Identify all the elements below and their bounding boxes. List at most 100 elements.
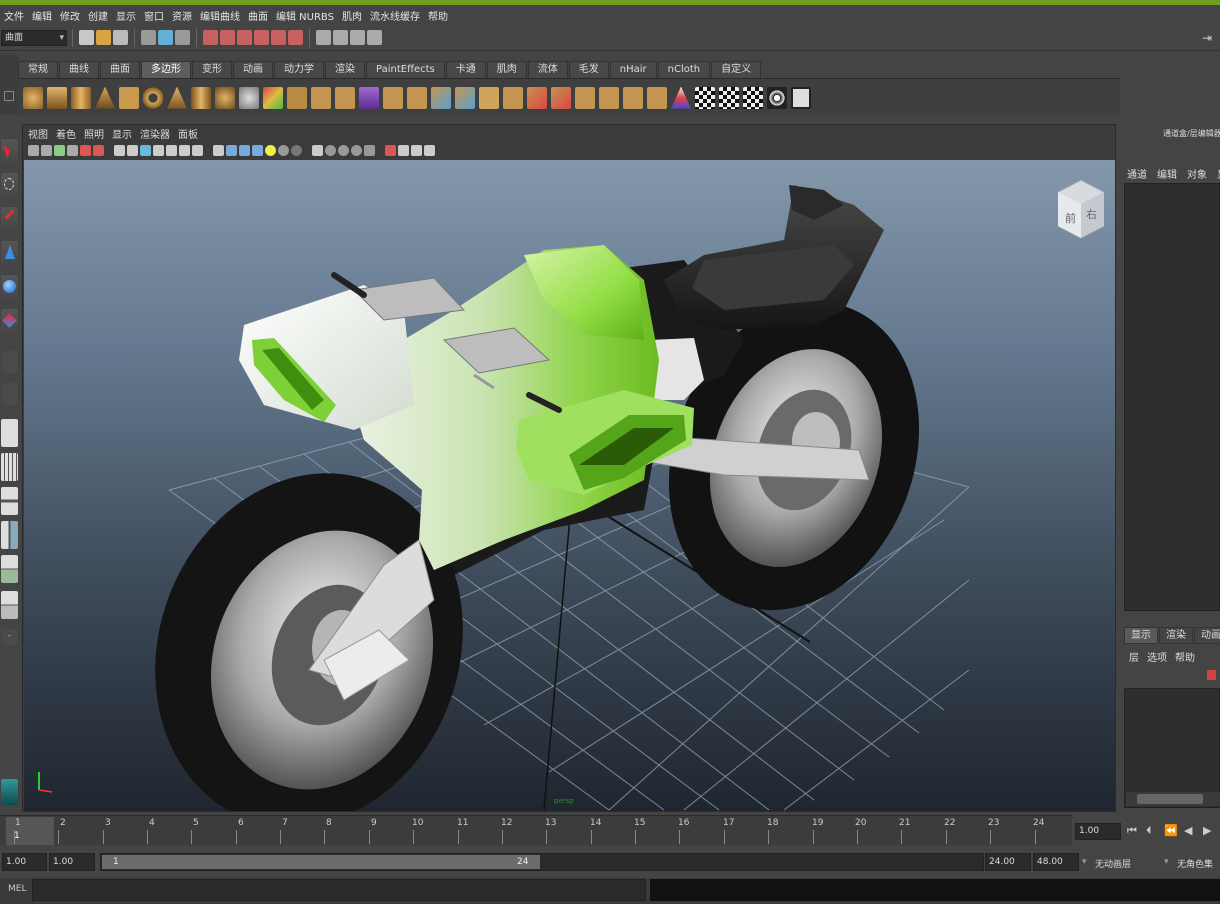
shelf-tab-fluids[interactable]: 流体 — [527, 61, 568, 78]
perspective-viewport[interactable]: 前 右 persp — [24, 160, 1115, 811]
menu-surfaces[interactable]: 曲面 — [248, 8, 268, 23]
menu-set-selector[interactable]: 曲面 — [1, 29, 67, 46]
play-backwards-icon[interactable]: ◀ — [1184, 824, 1192, 837]
select-tool-icon[interactable] — [1, 139, 18, 165]
layout-single-pane-icon[interactable] — [1, 419, 18, 447]
layer-scroll-thumb[interactable] — [1137, 794, 1203, 804]
shelf-tab-fur[interactable]: 毛发 — [568, 61, 609, 78]
layer-menu-help[interactable]: 帮助 — [1175, 649, 1195, 664]
layer-menu-layers[interactable]: 层 — [1129, 649, 1139, 664]
new-layer-icon[interactable] — [1207, 670, 1216, 680]
poly-torus-icon[interactable] — [143, 86, 163, 109]
gate-mask-icon[interactable] — [153, 145, 164, 156]
poly-pipe-icon[interactable] — [191, 86, 211, 109]
smooth-icon[interactable] — [335, 86, 355, 109]
uv-spherical-icon[interactable] — [743, 86, 763, 109]
select-hierarchy-icon[interactable] — [141, 30, 156, 45]
fill-hole-icon[interactable] — [431, 86, 451, 109]
sidebar-toggle-icon[interactable]: ⇥ — [1202, 31, 1216, 45]
poly-prism-icon[interactable] — [167, 86, 187, 109]
shelf-tab-painteffects[interactable]: PaintEffects — [366, 61, 445, 78]
move-tool-icon[interactable] — [1, 241, 18, 267]
current-time-field[interactable]: 1.00 — [1075, 823, 1121, 840]
combine-icon[interactable] — [263, 86, 283, 109]
ipr-render-icon[interactable] — [367, 30, 382, 45]
snap-magnet-icon[interactable] — [288, 30, 303, 45]
backface-culling-icon[interactable] — [364, 145, 375, 156]
shelf-tab-dynamics[interactable]: 动力学 — [274, 61, 324, 78]
vp-menu-panels[interactable]: 面板 — [178, 126, 198, 141]
toolbox-more-icon[interactable]: - — [1, 629, 18, 645]
split-polygon-icon[interactable] — [575, 86, 595, 109]
menu-help[interactable]: 帮助 — [428, 8, 448, 23]
safe-action-icon[interactable] — [179, 145, 190, 156]
grid-toggle-icon[interactable] — [114, 145, 125, 156]
channel-box-list[interactable] — [1124, 183, 1220, 611]
cb-menu-channels[interactable]: 通道 — [1127, 166, 1147, 181]
scale-tool-icon[interactable] — [1, 309, 18, 335]
snap-plane-icon[interactable] — [254, 30, 269, 45]
select-component-icon[interactable] — [175, 30, 190, 45]
menu-edit-curves[interactable]: 编辑曲线 — [200, 8, 240, 23]
shadows-icon[interactable] — [278, 145, 289, 156]
layer-tab-render[interactable]: 渲染 — [1159, 627, 1193, 644]
new-scene-icon[interactable] — [79, 30, 94, 45]
duplicate-face-icon[interactable] — [551, 86, 571, 109]
anim-layer-dropdown[interactable]: 无动画层 — [1095, 857, 1131, 870]
film-gate-icon[interactable] — [127, 145, 138, 156]
vp-menu-show[interactable]: 显示 — [112, 126, 132, 141]
snap-surface-icon[interactable] — [271, 30, 286, 45]
field-chart-icon[interactable] — [166, 145, 177, 156]
vp-menu-view[interactable]: 视图 — [28, 126, 48, 141]
separate-icon[interactable] — [287, 86, 307, 109]
isolate-select-icon[interactable] — [312, 145, 323, 156]
xray-icon[interactable] — [325, 145, 336, 156]
image-plane-icon[interactable] — [67, 145, 78, 156]
shelf-tab-curves[interactable]: 曲线 — [59, 61, 99, 78]
paint-select-tool-icon[interactable] — [1, 207, 18, 233]
shelf-menu-icon[interactable] — [4, 91, 14, 101]
camera-attributes-icon[interactable] — [41, 145, 52, 156]
snap-point-icon[interactable] — [237, 30, 252, 45]
insert-edge-loop-icon[interactable] — [599, 86, 619, 109]
menu-edit-nurbs[interactable]: 编辑 NURBS — [276, 8, 334, 23]
poly-cylinder-icon[interactable] — [71, 86, 91, 109]
sculpt-icon[interactable] — [671, 86, 691, 109]
offset-edge-loop-icon[interactable] — [623, 86, 643, 109]
history-icon[interactable] — [316, 30, 331, 45]
vp-menu-renderer[interactable]: 渲染器 — [140, 126, 170, 141]
snap-grid-icon[interactable] — [203, 30, 218, 45]
menu-pipeline-cache[interactable]: 流水线缓存 — [370, 8, 420, 23]
rotate-tool-icon[interactable] — [1, 275, 18, 301]
layout-persp-graph-icon[interactable] — [1, 521, 18, 549]
poly-cube-icon[interactable] — [47, 86, 67, 109]
shelf-tab-nhair[interactable]: nHair — [609, 61, 657, 78]
select-camera-icon[interactable] — [28, 145, 39, 156]
wedge-icon[interactable] — [527, 86, 547, 109]
layout-persp-trax-icon[interactable] — [1, 591, 18, 619]
ambient-occlusion-icon[interactable] — [291, 145, 302, 156]
construction-history-icon[interactable] — [333, 30, 348, 45]
shelf-tab-ncloth[interactable]: nCloth — [657, 61, 711, 78]
layer-menu-options[interactable]: 选项 — [1147, 649, 1167, 664]
cb-menu-edit[interactable]: 编辑 — [1157, 166, 1177, 181]
step-back-key-icon[interactable]: ⏪ — [1164, 824, 1178, 837]
save-scene-icon[interactable] — [113, 30, 128, 45]
viewport-renderer-icon[interactable] — [398, 145, 409, 156]
character-icon[interactable] — [1, 779, 18, 805]
poly-sphere-icon[interactable] — [23, 86, 43, 109]
wireframe-on-shaded-icon[interactable] — [239, 145, 250, 156]
layout-hypershade-icon[interactable] — [1, 555, 18, 583]
camera-sequencer-icon[interactable] — [411, 145, 422, 156]
shelf-tab-general[interactable]: 常规 — [18, 61, 58, 78]
resolution-gate-icon[interactable] — [140, 145, 151, 156]
view-transform-icon[interactable] — [424, 145, 435, 156]
start-time-field[interactable]: 1.00 — [2, 853, 47, 871]
layout-four-pane-icon[interactable] — [1, 453, 18, 481]
vp-menu-lighting[interactable]: 照明 — [84, 126, 104, 141]
layer-tab-display[interactable]: 显示 — [1124, 627, 1158, 644]
vp-menu-shading[interactable]: 着色 — [56, 126, 76, 141]
bridge-icon[interactable] — [407, 86, 427, 109]
last-tool-slot[interactable] — [1, 351, 18, 373]
uv-automatic-icon[interactable] — [767, 86, 787, 109]
